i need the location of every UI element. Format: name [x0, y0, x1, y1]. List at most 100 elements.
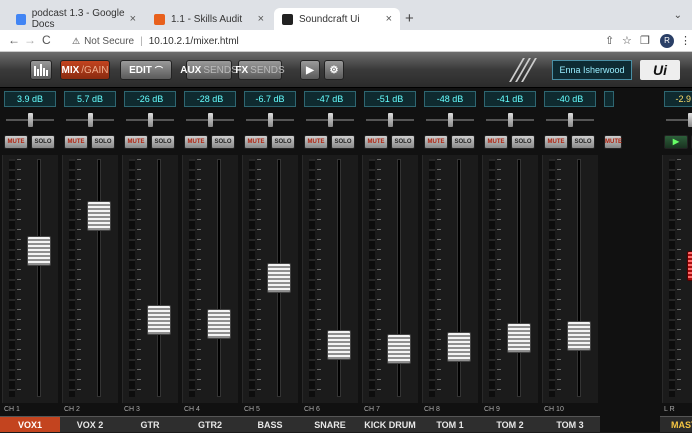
pan-knob[interactable] [328, 113, 333, 127]
mute-button[interactable]: MUTE [4, 135, 28, 149]
edit-button[interactable]: EDIT ⌒ [120, 60, 172, 80]
settings-gear-icon[interactable]: ⚙ [324, 60, 344, 80]
pan-slider[interactable] [366, 113, 414, 127]
new-tab-button[interactable]: + [405, 10, 414, 27]
channel-name-button[interactable]: BASS [240, 416, 300, 432]
fader-cap[interactable] [27, 235, 51, 266]
channel-name-button[interactable]: GTR [120, 416, 180, 432]
play-button[interactable]: ▶ [300, 60, 320, 80]
mix-gain-button[interactable]: MIX/GAIN [60, 60, 110, 80]
forward-icon[interactable]: → [24, 33, 36, 47]
aux-sends-button[interactable]: AUX SENDS [180, 60, 238, 80]
fader-cap[interactable] [147, 304, 171, 335]
gain-readout[interactable]: -6.7 dB [244, 91, 296, 107]
solo-button[interactable]: SOLO [271, 135, 295, 149]
pan-slider[interactable] [486, 113, 534, 127]
star-icon[interactable]: ☆ [622, 34, 632, 47]
url-field[interactable]: ⚠ Not Secure | 10.10.2.1/mixer.html [72, 33, 592, 49]
pan-knob[interactable] [568, 113, 573, 127]
fader-cap[interactable] [447, 331, 471, 362]
pan-knob[interactable] [88, 113, 93, 127]
mute-button[interactable]: MUTE [244, 135, 268, 149]
tab-google-docs[interactable]: podcast 1.3 - Google Docs × [8, 8, 144, 30]
mute-button[interactable]: MUTE [484, 135, 508, 149]
gain-readout[interactable]: -51 dB [364, 91, 416, 107]
pan-slider[interactable] [186, 113, 234, 127]
solo-button[interactable]: SOLO [391, 135, 415, 149]
fader-cap[interactable] [387, 333, 411, 364]
fader-cap[interactable] [507, 323, 531, 354]
gain-readout[interactable] [604, 91, 614, 107]
pan-knob[interactable] [508, 113, 513, 127]
channel-name-button[interactable]: VOX1 [0, 416, 60, 432]
share-icon[interactable]: ⇧ [605, 34, 614, 47]
solo-button[interactable]: SOLO [211, 135, 235, 149]
mute-button[interactable]: MUTE [124, 135, 148, 149]
fader-cap[interactable] [267, 263, 291, 293]
user-name-display[interactable]: Enna Isherwood [552, 60, 632, 80]
mute-button[interactable]: MUTE [64, 135, 88, 149]
sidebar-icon[interactable]: ❐ [640, 34, 650, 47]
pan-knob[interactable] [28, 113, 33, 127]
profile-avatar[interactable]: R [660, 34, 674, 48]
fader-cap[interactable] [87, 200, 111, 231]
reload-icon[interactable]: C [42, 33, 51, 47]
channel-name-button[interactable]: VOX 2 [60, 416, 120, 432]
pan-slider[interactable] [426, 113, 474, 127]
pan-slider[interactable] [306, 113, 354, 127]
pan-slider[interactable] [126, 113, 174, 127]
pan-knob[interactable] [688, 113, 692, 127]
solo-button[interactable]: SOLO [451, 135, 475, 149]
close-tab-icon[interactable]: × [258, 13, 264, 25]
fx-sends-button[interactable]: FX SENDS [235, 60, 285, 80]
pan-knob[interactable] [208, 113, 213, 127]
gain-readout[interactable]: 3.9 dB [4, 91, 56, 107]
mute-button[interactable]: MUTE [544, 135, 568, 149]
gain-readout[interactable]: -41 dB [484, 91, 536, 107]
pan-slider[interactable] [66, 113, 114, 127]
meters-icon[interactable] [30, 60, 52, 80]
fader-cap[interactable] [207, 308, 231, 339]
fader-cap[interactable] [567, 321, 591, 352]
solo-button[interactable]: SOLO [151, 135, 175, 149]
close-tab-icon[interactable]: × [386, 13, 392, 25]
tab-search-chevron-icon[interactable]: ⌄ [674, 10, 682, 21]
mute-button[interactable]: MUTE [184, 135, 208, 149]
mute-button[interactable]: MUTE [604, 135, 622, 149]
back-icon[interactable]: ← [8, 33, 20, 47]
channel-name-button[interactable]: TOM 2 [480, 416, 540, 432]
solo-button[interactable]: SOLO [331, 135, 355, 149]
solo-button[interactable]: SOLO [91, 135, 115, 149]
master-name-button[interactable]: MASTER [660, 416, 692, 432]
channel-name-button[interactable]: GTR2 [180, 416, 240, 432]
gain-readout[interactable]: -47 dB [304, 91, 356, 107]
pan-knob[interactable] [148, 113, 153, 127]
channel-name-button[interactable]: SNARE [300, 416, 360, 432]
fader-cap[interactable] [327, 329, 351, 360]
gain-readout[interactable]: -48 dB [424, 91, 476, 107]
kebab-menu-icon[interactable]: ⋮ [680, 34, 691, 47]
gain-readout[interactable]: 5.7 dB [64, 91, 116, 107]
pan-knob[interactable] [448, 113, 453, 127]
fader-cap[interactable] [687, 250, 692, 281]
pan-slider[interactable] [666, 113, 692, 127]
channel-name-button[interactable]: TOM 3 [540, 416, 600, 432]
solo-button[interactable]: SOLO [31, 135, 55, 149]
tab-skills-audit[interactable]: 1.1 - Skills Audit × [146, 8, 272, 30]
pan-knob[interactable] [268, 113, 273, 127]
gain-readout[interactable]: -26 dB [124, 91, 176, 107]
pan-slider[interactable] [246, 113, 294, 127]
close-tab-icon[interactable]: × [130, 13, 136, 25]
mute-button[interactable]: MUTE [364, 135, 388, 149]
mute-button[interactable]: MUTE [424, 135, 448, 149]
gain-readout[interactable]: -28 dB [184, 91, 236, 107]
gain-readout[interactable]: -40 dB [544, 91, 596, 107]
channel-name-button[interactable]: KICK DRUM [360, 416, 420, 432]
channel-name-button[interactable]: TOM 1 [420, 416, 480, 432]
mute-button[interactable]: MUTE [304, 135, 328, 149]
solo-button[interactable]: SOLO [571, 135, 595, 149]
master-play-button[interactable]: ▶ [664, 135, 688, 149]
gain-readout[interactable]: -2.9 dB [664, 91, 692, 107]
tab-soundcraft-ui[interactable]: Soundcraft Ui × [274, 8, 400, 30]
pan-knob[interactable] [388, 113, 393, 127]
